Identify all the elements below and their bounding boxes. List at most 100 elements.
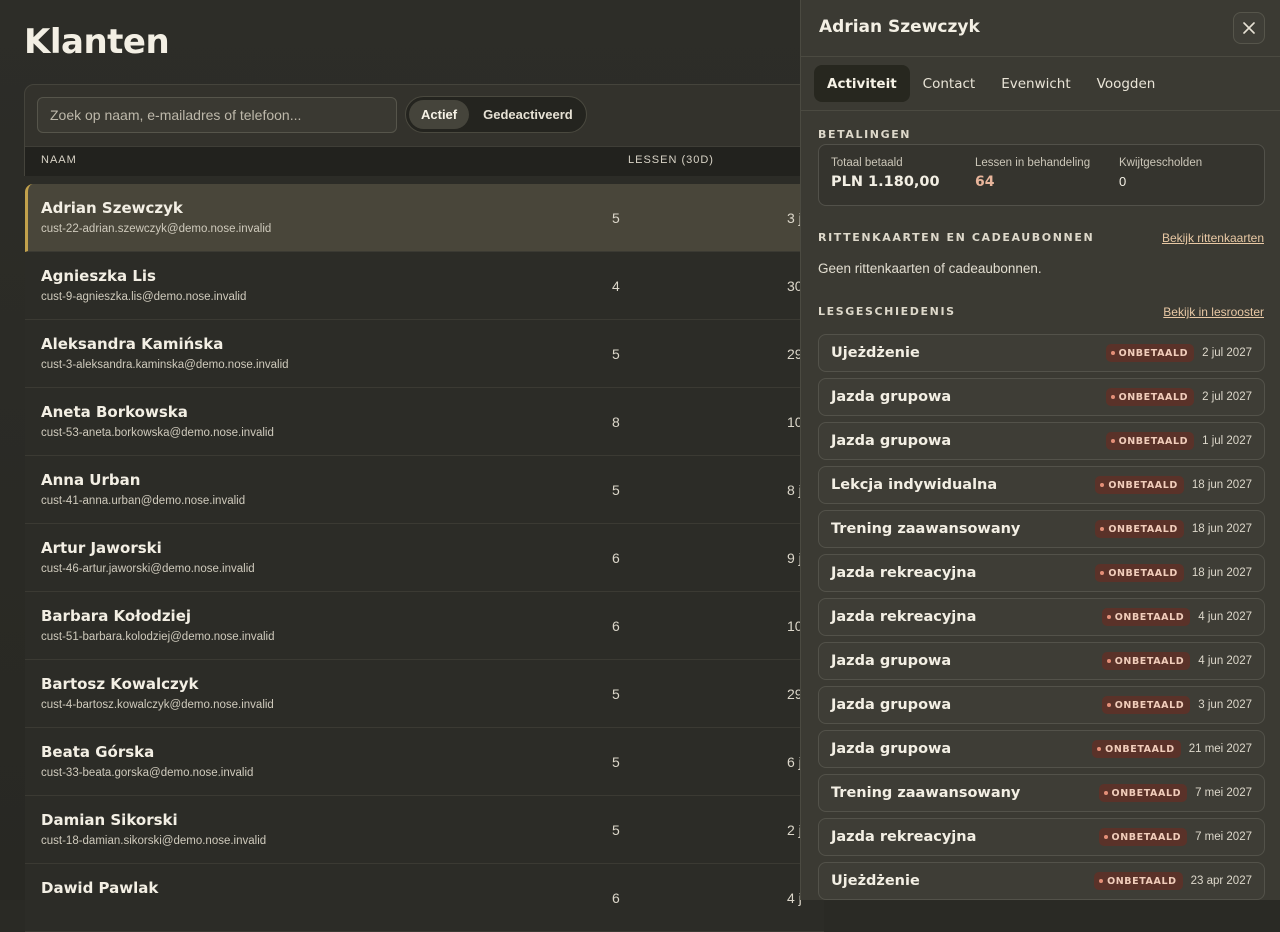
tab-activity[interactable]: Activiteit: [814, 65, 910, 102]
waived: Kwijtgescholden 0: [1119, 157, 1202, 189]
total-paid: Totaal betaald PLN 1.180,00: [831, 157, 940, 190]
filter-deactivated-button[interactable]: Gedeactiveerd: [471, 100, 585, 129]
status-dot-icon: [1103, 791, 1108, 795]
table-row[interactable]: Dawid Pawlak 6 4 j: [25, 864, 824, 932]
lesson-meta: ONBETAALD 1 jul 2027: [1105, 432, 1252, 450]
pending-lessons-label: Lessen in behandeling: [975, 157, 1091, 169]
lesson-date: 18 jun 2027: [1191, 567, 1252, 579]
status-badge: ONBETAALD: [1098, 828, 1188, 846]
status-badge-label: ONBETAALD: [1118, 391, 1189, 403]
lesson-meta: ONBETAALD 23 apr 2027: [1094, 872, 1252, 890]
lesson-history-item[interactable]: Trening zaawansowany ONBETAALD 7 mei 2027: [818, 774, 1265, 812]
lesson-history-item[interactable]: Jazda rekreacyjna ONBETAALD 4 jun 2027: [818, 598, 1265, 636]
lesson-date: 7 mei 2027: [1195, 787, 1252, 799]
passes-empty-text: Geen rittenkaarten of cadeaubonnen.: [818, 261, 1042, 276]
status-badge-label: ONBETAALD: [1108, 567, 1178, 579]
lesson-history-item[interactable]: Jazda grupowa ONBETAALD 3 jun 2027: [818, 686, 1265, 724]
lesson-name: Ujeżdżenie: [831, 345, 920, 361]
table-row[interactable]: Damian Sikorski cust-18-damian.sikorski@d…: [25, 796, 824, 864]
lesson-date: 2 jul 2027: [1202, 391, 1252, 403]
status-badge: ONBETAALD: [1101, 652, 1191, 670]
customer-name: Anna Urban: [41, 471, 141, 489]
lesson-meta: ONBETAALD 7 mei 2027: [1098, 784, 1252, 802]
customer-lessons-count: 5: [612, 686, 620, 702]
status-dot-icon: [1100, 483, 1105, 487]
lesson-name: Jazda rekreacyjna: [831, 609, 977, 625]
lesson-date: 7 mei 2027: [1195, 831, 1252, 843]
status-badge-label: ONBETAALD: [1114, 655, 1185, 667]
lesson-history-item[interactable]: Lekcja indywidualna ONBETAALD 18 jun 2027: [818, 466, 1265, 504]
lesson-history-item[interactable]: Jazda grupowa ONBETAALD 1 jul 2027: [818, 422, 1265, 460]
table-row[interactable]: Artur Jaworski cust-46-artur.jaworski@dem…: [25, 524, 824, 592]
lesson-name: Jazda rekreacyjna: [831, 829, 977, 845]
drawer-tabs: Activiteit Contact Evenwicht Voogden: [814, 65, 1168, 102]
table-row[interactable]: Anna Urban cust-41-anna.urban@demo.nose.i…: [25, 456, 824, 524]
lesson-history-item[interactable]: Jazda grupowa ONBETAALD 21 mei 2027: [818, 730, 1265, 768]
status-dot-icon: [1110, 351, 1115, 355]
customer-lessons-count: 5: [612, 754, 620, 770]
table-row[interactable]: Aleksandra Kamińska cust-3-aleksandra.kam…: [25, 320, 824, 388]
customer-name: Aleksandra Kamińska: [41, 335, 224, 353]
view-passes-link[interactable]: Bekijk rittenkaarten: [1162, 231, 1264, 245]
passes-heading: RITTENKAARTEN EN CADEAUBONNEN: [818, 231, 1095, 244]
table-row[interactable]: Bartosz Kowalczyk cust-4-bartosz.kowalczy…: [25, 660, 824, 728]
table-row[interactable]: Barbara Kołodziej cust-51-barbara.kolodzi…: [25, 592, 824, 660]
tab-balance[interactable]: Evenwicht: [988, 65, 1083, 102]
lesson-date: 1 jul 2027: [1202, 435, 1252, 447]
lesson-date: 4 jun 2027: [1198, 655, 1252, 667]
customer-lessons-count: 5: [612, 346, 620, 362]
lesson-name: Trening zaawansowany: [831, 785, 1021, 801]
column-header-lessons[interactable]: LESSEN (30D): [628, 154, 714, 166]
status-badge-label: ONBETAALD: [1111, 787, 1182, 799]
lesson-history-item[interactable]: Trening zaawansowany ONBETAALD 18 jun 2027: [818, 510, 1265, 548]
tab-guardians[interactable]: Voogden: [1084, 65, 1169, 102]
total-paid-value: PLN 1.180,00: [831, 174, 940, 190]
customer-name: Agnieszka Lis: [41, 267, 156, 285]
column-header-name[interactable]: NAAM: [41, 154, 77, 166]
lesson-history-item[interactable]: Ujeżdżenie ONBETAALD 2 jul 2027: [818, 334, 1265, 372]
status-badge: ONBETAALD: [1105, 344, 1195, 362]
lesson-meta: ONBETAALD 2 jul 2027: [1105, 388, 1252, 406]
status-dot-icon: [1110, 395, 1115, 399]
customer-name: Damian Sikorski: [41, 811, 178, 829]
customer-name: Barbara Kołodziej: [41, 607, 192, 625]
status-badge: ONBETAALD: [1101, 696, 1191, 714]
lesson-meta: ONBETAALD 2 jul 2027: [1105, 344, 1252, 362]
waived-label: Kwijtgescholden: [1119, 157, 1203, 169]
close-button[interactable]: [1233, 12, 1265, 44]
lesson-history-item[interactable]: Jazda grupowa ONBETAALD 4 jun 2027: [818, 642, 1265, 680]
lesson-date: 21 mei 2027: [1188, 743, 1252, 755]
lesson-meta: ONBETAALD 18 jun 2027: [1095, 476, 1252, 494]
table-row[interactable]: Aneta Borkowska cust-53-aneta.borkowska@d…: [25, 388, 824, 456]
status-dot-icon: [1100, 571, 1105, 575]
lesson-name: Jazda grupowa: [831, 433, 952, 449]
customer-name: Bartosz Kowalczyk: [41, 675, 199, 693]
table-row[interactable]: Agnieszka Lis cust-9-agnieszka.lis@demo.n…: [25, 252, 824, 320]
waived-value: 0: [1119, 174, 1127, 189]
customer-lessons-count: 8: [612, 414, 620, 430]
search-input[interactable]: [37, 97, 397, 133]
history-heading: LESGESCHIEDENIS: [818, 305, 956, 318]
customer-email: cust-51-barbara.kolodziej@demo.nose.inva…: [41, 631, 275, 643]
lesson-date: 2 jul 2027: [1202, 347, 1252, 359]
customer-name: Artur Jaworski: [41, 539, 162, 557]
lesson-history-item[interactable]: Jazda grupowa ONBETAALD 2 jul 2027: [818, 378, 1265, 416]
lesson-history-item[interactable]: Ujeżdżenie ONBETAALD 23 apr 2027: [818, 862, 1265, 900]
table-row[interactable]: Beata Górska cust-33-beata.gorska@demo.no…: [25, 728, 824, 796]
lesson-history-list: Ujeżdżenie ONBETAALD 2 jul 2027 Jazda grupo…: [818, 334, 1265, 900]
status-badge-label: ONBETAALD: [1114, 611, 1185, 623]
table-row[interactable]: Adrian Szewczyk cust-22-adrian.szewczyk@d…: [25, 184, 824, 252]
status-dot-icon: [1106, 659, 1111, 663]
customer-lessons-count: 5: [612, 822, 620, 838]
tab-contact[interactable]: Contact: [910, 65, 989, 102]
lesson-history-item[interactable]: Jazda rekreacyjna ONBETAALD 18 jun 2027: [818, 554, 1265, 592]
filter-active-button[interactable]: Actief: [409, 100, 470, 129]
customer-lessons-count: 4: [612, 278, 620, 294]
status-badge-label: ONBETAALD: [1118, 435, 1189, 447]
customer-name: Adrian Szewczyk: [41, 199, 183, 217]
lesson-history-item[interactable]: Jazda rekreacyjna ONBETAALD 7 mei 2027: [818, 818, 1265, 856]
customer-lessons-count: 5: [612, 210, 620, 226]
lesson-meta: ONBETAALD 4 jun 2027: [1101, 652, 1252, 670]
customer-email: cust-3-aleksandra.kaminska@demo.nose.inv…: [41, 359, 289, 371]
view-schedule-link[interactable]: Bekijk in lesrooster: [1163, 305, 1264, 319]
